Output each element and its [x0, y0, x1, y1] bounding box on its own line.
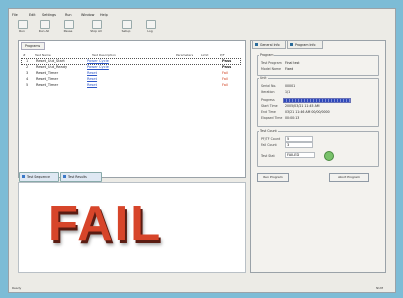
test-status-field: FAILED — [285, 152, 315, 158]
fail-banner: FAIL — [48, 197, 163, 251]
info-icon — [255, 43, 258, 46]
test-sequence-tab[interactable]: Test Sequence — [19, 172, 59, 182]
gear-icon — [122, 20, 132, 29]
fail-count-field: 3 — [285, 142, 313, 148]
header-limit: Limit — [201, 53, 209, 57]
table-row[interactable]: 2 Reset_Uut_Ready Power Cycle Pass — [22, 65, 240, 70]
menu-help[interactable]: Help — [100, 13, 108, 17]
header-pass-fail: P/F — [220, 53, 225, 57]
toolbar-log-button[interactable]: Log — [140, 18, 160, 36]
progress-bar — [283, 98, 351, 103]
table-row[interactable]: 1 Reset_Uut_Start Power Cycle Pass — [21, 58, 241, 65]
stop-icon — [92, 20, 102, 29]
checkbox-icon — [63, 175, 66, 178]
toolbar-run-all-button[interactable]: Run All — [34, 18, 54, 36]
menu-run[interactable]: Run — [65, 13, 72, 17]
pause-icon — [64, 20, 74, 29]
toolbar-pause-button[interactable]: Pause — [58, 18, 78, 36]
table-row[interactable]: 4 Reset_Timer Reset Fail — [22, 77, 240, 82]
checkbox-icon — [22, 175, 25, 178]
abort-program-button[interactable]: Abort Program — [329, 173, 369, 182]
tab-program-info[interactable]: Program Info — [287, 40, 323, 49]
menu-edit[interactable]: Edit — [29, 13, 36, 17]
forward-icon — [40, 20, 50, 29]
toolbar-stop-all-button[interactable]: Stop All — [86, 18, 106, 36]
tab-general-info[interactable]: General Info — [252, 40, 286, 49]
programs-tab[interactable]: Programs — [21, 42, 45, 50]
run-program-button[interactable]: Run Program — [257, 173, 289, 182]
document-icon — [146, 20, 156, 29]
menu-file[interactable]: File — [12, 13, 18, 17]
play-icon — [18, 20, 28, 29]
info-icon — [290, 43, 293, 46]
header-test-name: Test Name — [35, 53, 51, 57]
menu-window[interactable]: Window — [81, 13, 94, 17]
header-parameters: Parameters — [176, 53, 194, 57]
program-group — [257, 55, 379, 76]
table-row[interactable]: 3 Reset_Timer Reset Fail — [22, 71, 240, 76]
status-light-icon — [324, 151, 334, 161]
toolbar-run-button[interactable]: Run — [12, 18, 32, 36]
table-row[interactable]: 5 Reset_Timer Reset Fail — [22, 83, 240, 88]
header-index: # — [23, 53, 26, 57]
test-results-tab[interactable]: Test Results — [60, 172, 102, 182]
header-test-description: Test Description — [92, 53, 116, 57]
menu-settings[interactable]: Settings — [42, 13, 56, 17]
status-bar: Ready NUM — [12, 286, 384, 290]
toolbar-setup-button[interactable]: Setup — [116, 18, 136, 36]
